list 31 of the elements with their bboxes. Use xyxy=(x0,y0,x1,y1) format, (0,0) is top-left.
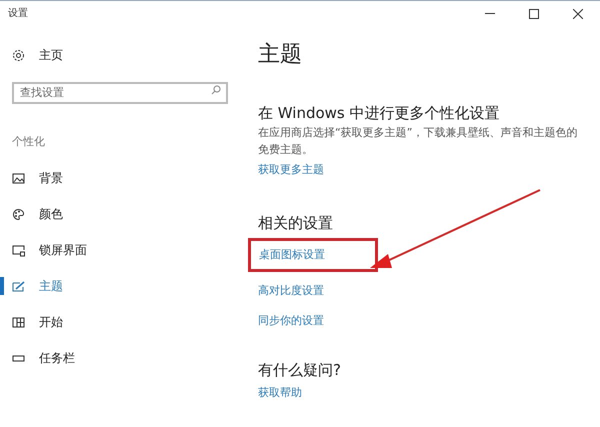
search-field[interactable]: 查找设置 xyxy=(12,82,228,104)
settings-link[interactable]: 获取帮助 xyxy=(258,385,302,401)
selection-bar xyxy=(0,277,4,295)
description-text: 在应用商店选择“获取更多主题”，下载兼具壁纸、声音和主题色的免费主题。 xyxy=(258,125,578,158)
settings-link[interactable]: 桌面图标设置 xyxy=(248,238,378,272)
window-title: 设置 xyxy=(8,6,28,21)
nav-item[interactable]: 颜色 xyxy=(0,196,240,232)
nav-item[interactable]: 锁屏界面 xyxy=(0,232,240,268)
minimize-icon xyxy=(485,13,495,14)
grid-icon xyxy=(12,316,25,328)
nav-item[interactable]: 背景 xyxy=(0,160,240,196)
section-heading: 在 Windows 中进行更多个性化设置 xyxy=(258,103,500,124)
nav-item[interactable]: 主题 xyxy=(0,268,240,304)
palette-icon xyxy=(12,208,25,220)
brush-icon xyxy=(12,280,25,292)
section-heading: 相关的设置 xyxy=(258,213,333,234)
monitor-icon xyxy=(12,244,25,256)
settings-link[interactable]: 同步你的设置 xyxy=(258,313,324,329)
search-icon xyxy=(211,85,221,95)
settings-link[interactable]: 获取更多主题 xyxy=(258,162,324,178)
page-title: 主题 xyxy=(258,41,303,69)
picture-icon xyxy=(12,172,25,184)
home-link[interactable]: 主页 xyxy=(0,44,240,66)
nav-item[interactable]: 开始 xyxy=(0,304,240,340)
close-icon xyxy=(573,8,583,18)
maximize-icon xyxy=(529,8,539,18)
settings-link[interactable]: 高对比度设置 xyxy=(258,283,324,299)
gear-icon xyxy=(12,48,25,62)
nav-item[interactable]: 任务栏 xyxy=(0,340,240,376)
section-label: 个性化 xyxy=(11,134,46,150)
section-heading: 有什么疑问? xyxy=(258,360,341,381)
